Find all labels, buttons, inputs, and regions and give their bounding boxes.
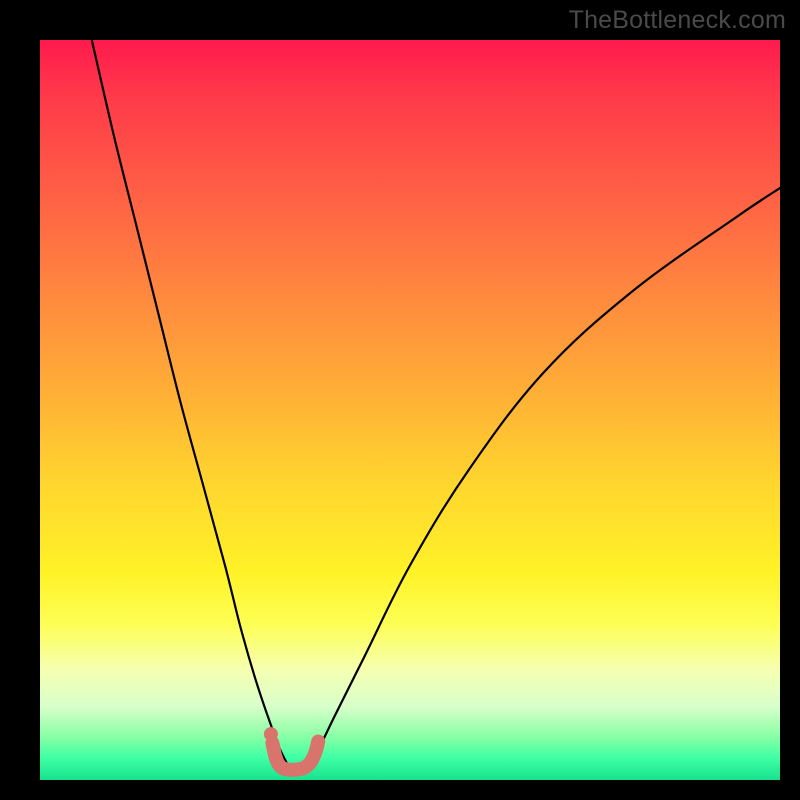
optimal-start-dot [264,727,278,741]
chart-frame: TheBottleneck.com [0,0,800,800]
plot-area [40,40,780,780]
bottleneck-curve [92,40,780,771]
chart-svg [40,40,780,780]
optimal-range-marker [272,742,318,770]
watermark-text: TheBottleneck.com [569,6,786,35]
